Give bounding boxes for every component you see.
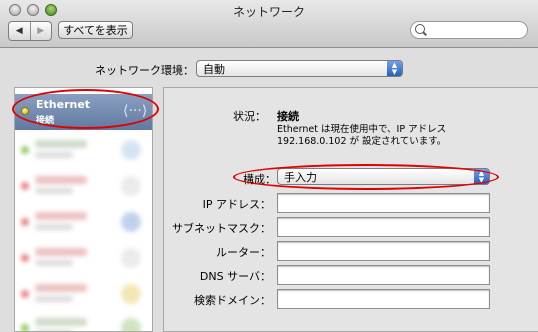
status-dot-icon	[21, 324, 29, 331]
network-icon	[121, 176, 141, 196]
ip-address-label: IP アドレス：	[202, 198, 271, 211]
status-label: 状況：	[233, 110, 266, 123]
ip-address-field[interactable]	[277, 193, 490, 213]
search-domains-label: 検索ドメイン：	[194, 294, 271, 307]
search-icon	[415, 24, 425, 34]
back-arrow-icon[interactable]: ◀	[9, 22, 30, 40]
service-list: Ethernet 接続 ⟨···⟩	[14, 87, 153, 332]
search-domains-field[interactable]	[277, 289, 490, 309]
service-item-blurred[interactable]	[15, 204, 152, 240]
network-icon	[121, 318, 141, 331]
configure-label: 構成：	[243, 173, 276, 186]
dns-server-label: DNS サーバ：	[199, 270, 271, 283]
popup-arrows-icon: ▲ ▼	[387, 61, 402, 76]
service-item-blurred[interactable]	[15, 168, 152, 204]
forward-arrow-icon[interactable]: ▶	[29, 22, 52, 40]
status-value: 接続	[277, 110, 299, 123]
popup-arrows-icon: ▲ ▼	[474, 169, 489, 184]
window-title: ネットワーク	[232, 5, 305, 19]
ethernet-arrows-icon: ⟨···⟩	[123, 103, 148, 119]
status-description: Ethernet は現在使用中で、IP アドレス 192.168.0.102 が…	[277, 124, 447, 147]
configure-value: 手入力	[284, 170, 317, 184]
network-icon	[121, 248, 141, 268]
status-dot-icon	[21, 254, 29, 262]
status-dot-icon	[21, 182, 29, 190]
status-dot-icon	[21, 218, 29, 226]
service-item-blurred[interactable]	[15, 310, 152, 331]
configure-popup[interactable]: 手入力 ▲ ▼	[277, 168, 490, 185]
search-field[interactable]	[410, 21, 528, 39]
location-label: ネットワーク環境：	[95, 64, 194, 77]
back-forward-control[interactable]: ◀ ▶	[8, 21, 52, 41]
router-field[interactable]	[277, 241, 490, 261]
status-dot-icon	[21, 290, 29, 298]
router-label: ルーター：	[216, 246, 271, 259]
service-name: Ethernet	[36, 98, 91, 111]
subnet-mask-field[interactable]	[277, 217, 490, 237]
firewire-icon	[121, 284, 141, 304]
status-dot-icon	[21, 146, 29, 154]
service-item-blurred[interactable]	[15, 276, 152, 312]
service-item-blurred[interactable]	[15, 240, 152, 276]
bluetooth-icon	[121, 212, 141, 232]
location-popup[interactable]: 自動 ▲ ▼	[196, 60, 403, 77]
service-item-blurred[interactable]	[15, 132, 152, 168]
dns-server-field[interactable]	[277, 265, 490, 285]
window-toolbar: ネットワーク ◀ ▶ すべてを表示	[0, 0, 538, 48]
service-item-ethernet[interactable]: Ethernet 接続 ⟨···⟩	[15, 94, 152, 130]
service-status: 接続	[36, 116, 55, 126]
subnet-mask-label: サブネットマスク：	[172, 222, 271, 235]
search-input[interactable]	[429, 23, 525, 38]
status-dot-icon	[21, 107, 29, 115]
show-all-button[interactable]: すべてを表示	[58, 21, 133, 39]
network-icon	[121, 140, 141, 160]
location-value: 自動	[203, 62, 225, 76]
